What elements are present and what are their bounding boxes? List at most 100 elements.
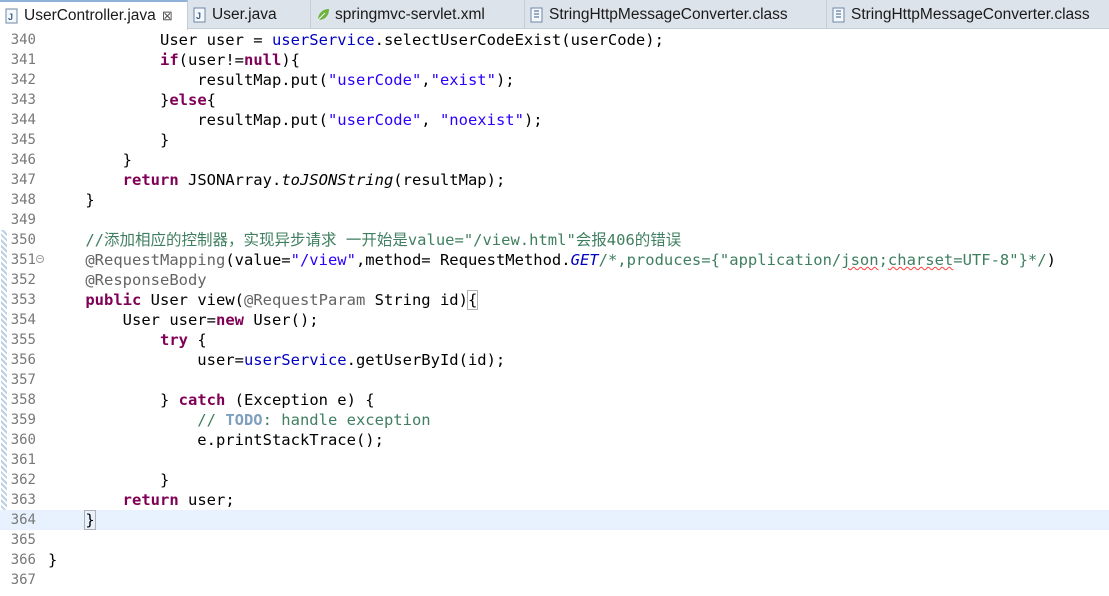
line-number: 351 xyxy=(10,252,36,268)
code-text: user=userService.getUserById(id); xyxy=(48,350,505,370)
code-token: "userCode" xyxy=(327,111,422,129)
code-line[interactable]: 349 xyxy=(0,210,1109,230)
code-text: User user=new User(); xyxy=(48,310,319,330)
code-line[interactable]: 356 user=userService.getUserById(id); xyxy=(0,350,1109,370)
code-text: } xyxy=(48,190,94,210)
line-number: 348 xyxy=(10,192,36,208)
code-line[interactable]: 355 try { xyxy=(0,330,1109,350)
code-token: String id) xyxy=(365,291,468,309)
code-token: } xyxy=(48,551,58,569)
line-number: 347 xyxy=(10,172,36,188)
code-token: , xyxy=(421,71,431,89)
code-token: User(); xyxy=(243,311,319,329)
code-line[interactable]: 347 return JSONArray.toJSONString(result… xyxy=(0,170,1109,190)
code-token: (Exception e) { xyxy=(225,391,375,409)
code-token: .getUserById(id); xyxy=(346,351,506,369)
code-line[interactable]: 351− @RequestMapping(value="/view",metho… xyxy=(0,250,1109,270)
code-text: } catch (Exception e) { xyxy=(48,390,375,410)
code-line[interactable]: 362 } xyxy=(0,470,1109,490)
code-text: }else{ xyxy=(48,90,216,110)
code-token: if xyxy=(159,51,179,69)
tab-label: StringHttpMessageConverter.class xyxy=(549,5,788,23)
code-line[interactable]: 364 } xyxy=(0,510,1109,530)
java-file-icon: J xyxy=(192,7,208,23)
code-line[interactable]: 357 xyxy=(0,370,1109,390)
code-text: try { xyxy=(48,330,207,350)
code-token: userService xyxy=(243,351,347,369)
line-number: 341 xyxy=(10,52,36,68)
tab-label: UserController.java xyxy=(24,7,156,24)
code-token: GET xyxy=(570,251,599,269)
code-line[interactable]: 350 //添加相应的控制器，实现异步请求 一开始是value="/view.h… xyxy=(0,230,1109,250)
code-line[interactable]: 367 xyxy=(0,570,1109,590)
code-line[interactable]: 366} xyxy=(0,550,1109,570)
code-line[interactable]: 363 return user; xyxy=(0,490,1109,510)
code-token: "userCode" xyxy=(327,71,422,89)
code-token: // xyxy=(48,411,226,429)
code-line[interactable]: 359 // TODO: handle exception xyxy=(0,410,1109,430)
code-line[interactable]: 354 User user=new User(); xyxy=(0,310,1109,330)
code-token: { xyxy=(187,331,207,349)
tab-stringhttpmessageconverter-class-1[interactable]: StringHttpMessageConverter.class xyxy=(525,0,827,29)
code-line[interactable]: 340 User user = userService.selectUserCo… xyxy=(0,30,1109,50)
code-text: } xyxy=(48,470,169,490)
code-token: "exist" xyxy=(430,71,496,89)
code-token: @RequestParam xyxy=(243,291,366,309)
line-number: 361 xyxy=(10,452,36,468)
line-number: 344 xyxy=(10,112,36,128)
code-line[interactable]: 345 } xyxy=(0,130,1109,150)
code-line[interactable]: 361 xyxy=(0,450,1109,470)
code-line[interactable]: 343 }else{ xyxy=(0,90,1109,110)
tab-user-java[interactable]: J User.java xyxy=(188,0,311,29)
close-icon[interactable]: ⊠ xyxy=(162,8,173,24)
code-token: return xyxy=(122,171,179,189)
line-number: 353 xyxy=(10,292,36,308)
code-line[interactable]: 365 xyxy=(0,530,1109,550)
line-number: 363 xyxy=(10,492,36,508)
code-text: } xyxy=(48,510,96,530)
code-text: resultMap.put("userCode","exist"); xyxy=(48,70,514,90)
tab-label: User.java xyxy=(212,5,277,23)
code-text: } xyxy=(48,150,132,170)
code-line[interactable]: 341 if(user!=null){ xyxy=(0,50,1109,70)
code-token: "noexist" xyxy=(439,111,524,129)
code-token: } xyxy=(48,151,132,169)
code-token: , xyxy=(421,111,440,129)
code-token: ) xyxy=(1046,251,1056,269)
line-number: 356 xyxy=(10,352,36,368)
code-token: @RequestMapping xyxy=(48,251,226,269)
code-text: e.printStackTrace(); xyxy=(48,430,384,450)
code-token: charset xyxy=(887,251,954,269)
code-token: } xyxy=(48,131,170,149)
line-number: 364 xyxy=(10,512,36,528)
line-number: 349 xyxy=(10,212,36,228)
code-line[interactable]: 342 resultMap.put("userCode","exist"); xyxy=(0,70,1109,90)
code-text: } xyxy=(48,130,169,150)
class-file-icon xyxy=(529,7,545,23)
code-token: { xyxy=(206,91,216,109)
tab-springmvc-servlet-xml[interactable]: springmvc-servlet.xml xyxy=(311,0,525,29)
code-line[interactable]: 360 e.printStackTrace(); xyxy=(0,430,1109,450)
code-line[interactable]: 353 public User view(@RequestParam Strin… xyxy=(0,290,1109,310)
code-line[interactable]: 358 } catch (Exception e) { xyxy=(0,390,1109,410)
code-token: ); xyxy=(523,111,543,129)
code-line[interactable]: 352 @ResponseBody xyxy=(0,270,1109,290)
line-number: 366 xyxy=(10,552,36,568)
code-token: user; xyxy=(178,491,235,509)
code-line[interactable]: 348 } xyxy=(0,190,1109,210)
tab-usercontroller-java[interactable]: J UserController.java ⊠ xyxy=(0,0,188,30)
line-number: 359 xyxy=(10,412,36,428)
code-line[interactable]: 346 } xyxy=(0,150,1109,170)
code-line[interactable]: 344 resultMap.put("userCode", "noexist")… xyxy=(0,110,1109,130)
code-editor[interactable]: 340 User user = userService.selectUserCo… xyxy=(0,30,1109,596)
code-token: null xyxy=(243,51,282,69)
code-token: { xyxy=(466,290,479,310)
code-text: return JSONArray.toJSONString(resultMap)… xyxy=(48,170,506,190)
tab-stringhttpmessageconverter-class-2[interactable]: StringHttpMessageConverter.class xyxy=(827,0,1109,29)
fold-toggle-icon[interactable]: − xyxy=(36,255,44,263)
code-token: catch xyxy=(178,391,226,409)
code-token: userService xyxy=(271,31,375,49)
